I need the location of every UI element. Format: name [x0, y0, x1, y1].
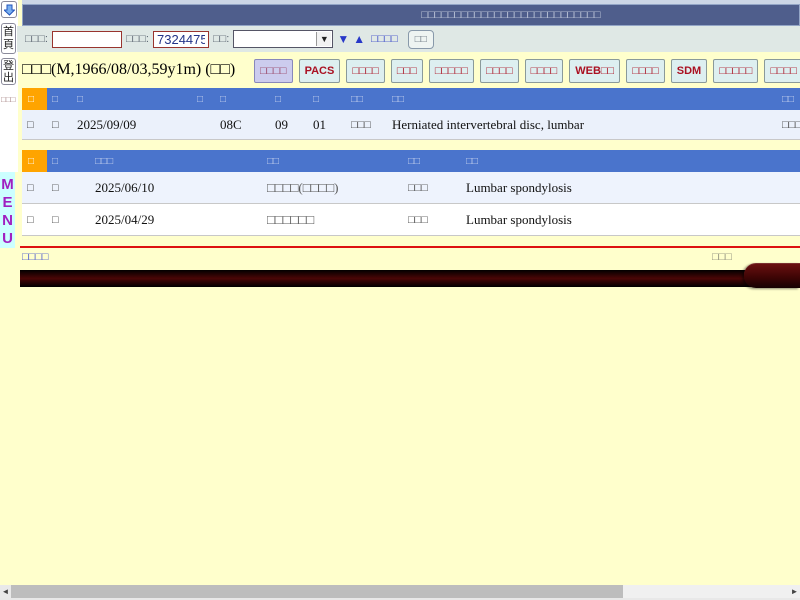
history-header-cell: □□: [262, 156, 403, 167]
query-form-row: □□□: □□□: □□: ▼ ▼ ▲ □□□□ □□: [17, 26, 800, 52]
select-dropdown-icon[interactable]: ▼: [316, 32, 331, 46]
horizontal-scrollbar[interactable]: ◄ ►: [0, 585, 800, 598]
visit-row-flag[interactable]: □: [47, 119, 72, 131]
maroon-banner: [20, 270, 800, 287]
visit-header-cell: □: [308, 94, 346, 105]
visit-date: 2025/09/09: [72, 117, 192, 133]
visit-header-cell: □: [270, 94, 308, 105]
visit-table-header: □ □ □ □ □ □ □ □□ □□ □□: [22, 88, 800, 110]
toolbar-button-web[interactable]: WEB□□: [569, 59, 620, 83]
history-diagnosis: Lumbar spondylosis: [461, 212, 800, 228]
visit-status: □□□: [346, 119, 387, 131]
toolbar-button-11[interactable]: □□□□: [764, 59, 800, 83]
visit-header-cell: □: [192, 94, 215, 105]
footer-right-label: □□□: [712, 251, 732, 263]
visit-dept-code: 08C: [215, 117, 270, 133]
toolbar-button-2[interactable]: □□□□: [346, 59, 385, 83]
menu-letter: E: [0, 194, 15, 212]
visit-row-select[interactable]: □: [22, 119, 47, 131]
banner-tab[interactable]: [744, 263, 800, 288]
red-divider: [20, 246, 800, 248]
prev-record-icon[interactable]: ▼: [337, 33, 349, 45]
function-toolbar: □□□□ PACS □□□□ □□□ □□□□□ □□□□ □□□□ WEB□□…: [254, 58, 800, 84]
scroll-left-arrow-icon[interactable]: ◄: [0, 585, 11, 598]
rail-mini-label: □□□: [1, 95, 16, 104]
footer-left-link[interactable]: □□□□: [22, 251, 49, 263]
toolbar-button-3[interactable]: □□□: [391, 59, 423, 83]
query-go-button[interactable]: □□: [408, 30, 434, 49]
visit-header-cell: □: [215, 94, 270, 105]
history-row-flag[interactable]: □: [47, 214, 90, 226]
history-header-cell: □□: [461, 156, 800, 167]
window-title-bar: □□□□□□□□□□□□□□□□□□□□□□□□□□□: [22, 4, 800, 26]
history-row-select[interactable]: □: [22, 214, 47, 226]
next-record-icon[interactable]: ▲: [353, 33, 365, 45]
toolbar-button-6[interactable]: □□□□: [525, 59, 564, 83]
toolbar-button-pacs[interactable]: PACS: [299, 59, 341, 83]
history-table-row[interactable]: □ □ 2025/04/29 □□□□□□ □□□ Lumbar spondyl…: [22, 204, 800, 236]
history-row-select[interactable]: □: [22, 182, 47, 194]
visit-session: 01: [308, 117, 346, 133]
visit-doctor-code: 09: [270, 117, 308, 133]
menu-toggle[interactable]: M E N U: [0, 172, 15, 248]
history-date: 2025/06/10: [90, 180, 262, 196]
toolbar-button-5[interactable]: □□□□: [480, 59, 519, 83]
visit-header-cell: □□: [777, 94, 800, 105]
history-department: □□□□(□□□□): [262, 180, 403, 196]
visit-diagnosis: Herniated intervertebral disc, lumbar: [387, 117, 777, 133]
window-title: □□□□□□□□□□□□□□□□□□□□□□□□□□□: [421, 9, 600, 21]
history-header-cell: □: [47, 156, 90, 167]
history-row-flag[interactable]: □: [47, 182, 90, 194]
history-table-row[interactable]: □ □ 2025/06/10 □□□□(□□□□) □□□ Lumbar spo…: [22, 172, 800, 204]
visit-header-cell: □: [47, 94, 72, 105]
history-doctor: □□□: [403, 214, 461, 226]
chart-number-label: □□□:: [25, 33, 48, 45]
menu-letter: U: [0, 230, 15, 248]
scroll-right-arrow-icon[interactable]: ►: [789, 585, 800, 598]
toolbar-button-0[interactable]: □□□□: [254, 59, 293, 83]
toolbar-button-sdm[interactable]: SDM: [671, 59, 707, 83]
history-department: □□□□□□: [262, 212, 403, 228]
visit-header-cell: □□: [387, 94, 777, 105]
menu-letter: N: [0, 212, 15, 230]
toolbar-button-8[interactable]: □□□□: [626, 59, 665, 83]
toolbar-button-10[interactable]: □□□□□: [713, 59, 758, 83]
scrollbar-thumb[interactable]: [11, 585, 623, 598]
toolbar-button-4[interactable]: □□□□□: [429, 59, 474, 83]
patient-select[interactable]: ▼: [233, 30, 333, 48]
menu-letter: M: [0, 176, 15, 194]
history-date: 2025/04/29: [90, 212, 262, 228]
down-arrow-icon: [4, 3, 15, 20]
record-number-label: □□□:: [126, 33, 149, 45]
visit-header-cell: □: [72, 94, 192, 105]
visit-action[interactable]: □□□: [777, 119, 800, 131]
history-header-cell: □□□: [90, 156, 262, 167]
history-table-header: □ □ □□□ □□ □□ □□: [22, 150, 800, 172]
name-label: □□:: [213, 33, 229, 45]
record-number-input[interactable]: [153, 31, 209, 48]
collapse-button[interactable]: [1, 1, 17, 18]
history-header-corner: □: [22, 150, 47, 172]
chart-number-input[interactable]: [52, 31, 122, 48]
sort-link[interactable]: □□□□: [371, 33, 398, 45]
visit-header-cell: □□: [346, 94, 387, 105]
patient-summary: □□□(M,1966/08/03,59y1m) (□□): [22, 61, 235, 79]
history-diagnosis: Lumbar spondylosis: [461, 180, 800, 196]
visit-header-corner: □: [22, 88, 47, 110]
logout-button[interactable]: 登出: [1, 58, 16, 85]
history-doctor: □□□: [403, 182, 461, 194]
visit-table-row[interactable]: □ □ 2025/09/09 08C 09 01 □□□ Herniated i…: [22, 110, 800, 140]
history-header-cell: □□: [403, 156, 461, 167]
home-button[interactable]: 首頁: [1, 23, 16, 54]
